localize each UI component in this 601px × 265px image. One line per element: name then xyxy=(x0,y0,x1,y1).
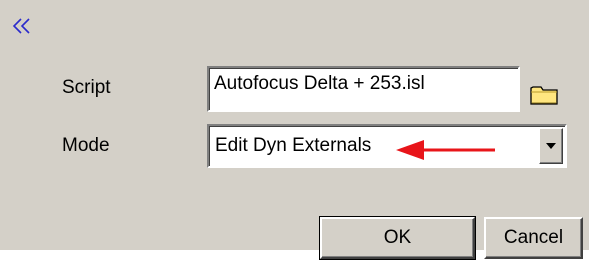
script-label: Script xyxy=(62,77,111,98)
folder-icon xyxy=(530,86,558,105)
mode-select-value: Edit Dyn Externals xyxy=(215,135,372,156)
script-field[interactable]: Autofocus Delta + 253.isl xyxy=(207,66,520,112)
browse-button[interactable] xyxy=(529,82,561,106)
mode-dropdown-button[interactable] xyxy=(539,128,563,164)
double-chevron-left-icon xyxy=(12,18,30,34)
mode-select[interactable]: Edit Dyn Externals xyxy=(207,124,567,168)
cancel-button[interactable]: Cancel xyxy=(484,217,583,259)
chevron-down-icon xyxy=(546,143,556,149)
ok-button[interactable]: OK xyxy=(319,216,476,260)
collapse-button[interactable] xyxy=(8,14,36,38)
dialog: Script Autofocus Delta + 253.isl Mode Ed… xyxy=(0,0,589,260)
mode-label: Mode xyxy=(62,135,110,156)
red-arrow-icon xyxy=(396,140,495,160)
